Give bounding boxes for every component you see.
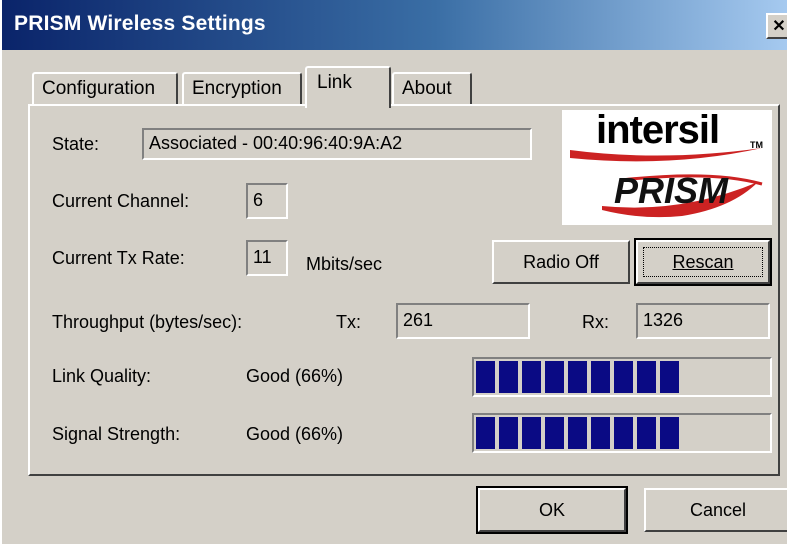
state-value: Associated - 00:40:96:40:9A:A2 [149,133,403,153]
current-channel-value: 6 [253,190,264,210]
link-quality-block [568,361,587,393]
link-quality-value: Good (66%) [246,366,344,386]
link-quality-block [637,361,656,393]
tx-rate-unit: Mbits/sec [306,254,383,274]
ok-button[interactable]: OK [476,486,628,534]
ok-label: OK [538,500,565,520]
title-bar[interactable]: PRISM Wireless Settings ✕ [2,0,787,50]
state-field: Associated - 00:40:96:40:9A:A2 [142,128,532,160]
intersil-prism-logo: intersil TM PRISM [562,108,772,225]
rx-throughput-field: 1326 [636,303,770,339]
signal-strength-block [476,417,495,449]
tab-label: About [402,78,452,99]
throughput-label: Throughput (bytes/sec): [52,312,243,332]
link-quality-bar [472,357,772,397]
tx-throughput-field: 261 [396,303,530,339]
rx-throughput-value: 1326 [643,310,684,330]
close-button[interactable]: ✕ [766,13,787,39]
rescan-button[interactable]: Rescan [634,238,772,286]
current-tx-rate-field: 11 [246,240,288,276]
current-tx-rate-label: Current Tx Rate: [52,248,185,268]
cancel-label: Cancel [689,500,747,520]
tab-label: Link [317,72,352,93]
link-quality-block [522,361,541,393]
settings-window: PRISM Wireless Settings ✕ Configuration … [0,0,787,544]
signal-strength-block [637,417,656,449]
tab-link[interactable]: Link [305,66,391,108]
tab-about[interactable]: About [392,72,472,106]
link-quality-block [591,361,610,393]
signal-strength-block [499,417,518,449]
tab-encryption[interactable]: Encryption [182,72,302,106]
signal-strength-label: Signal Strength: [52,424,181,444]
radio-off-label: Radio Off [523,252,599,272]
signal-strength-bar [472,413,772,453]
tx-label: Tx: [336,312,361,332]
radio-off-button[interactable]: Radio Off [492,240,630,284]
tab-label: Configuration [42,78,156,99]
rx-label: Rx: [582,312,609,332]
tx-throughput-value: 261 [403,310,434,330]
current-channel-field: 6 [246,183,288,219]
tab-configuration[interactable]: Configuration [32,72,178,106]
link-quality-block [614,361,633,393]
link-quality-block [660,361,679,393]
link-quality-block [499,361,518,393]
signal-strength-block [591,417,610,449]
tab-label: Encryption [192,78,282,99]
signal-strength-block [660,417,679,449]
close-icon: ✕ [772,18,786,35]
window-title: PRISM Wireless Settings [14,12,266,35]
link-quality-label: Link Quality: [52,366,152,386]
signal-strength-block [568,417,587,449]
current-channel-label: Current Channel: [52,191,190,211]
signal-strength-value: Good (66%) [246,424,344,444]
cancel-button[interactable]: Cancel [644,488,787,532]
signal-strength-block [614,417,633,449]
focus-rectangle [643,247,763,277]
current-tx-rate-value: 11 [253,247,272,267]
link-quality-block [476,361,495,393]
state-label: State: [52,134,100,154]
signal-strength-block [545,417,564,449]
prism-wordmark: PRISM [614,170,729,211]
signal-strength-block [522,417,541,449]
link-quality-block [545,361,564,393]
